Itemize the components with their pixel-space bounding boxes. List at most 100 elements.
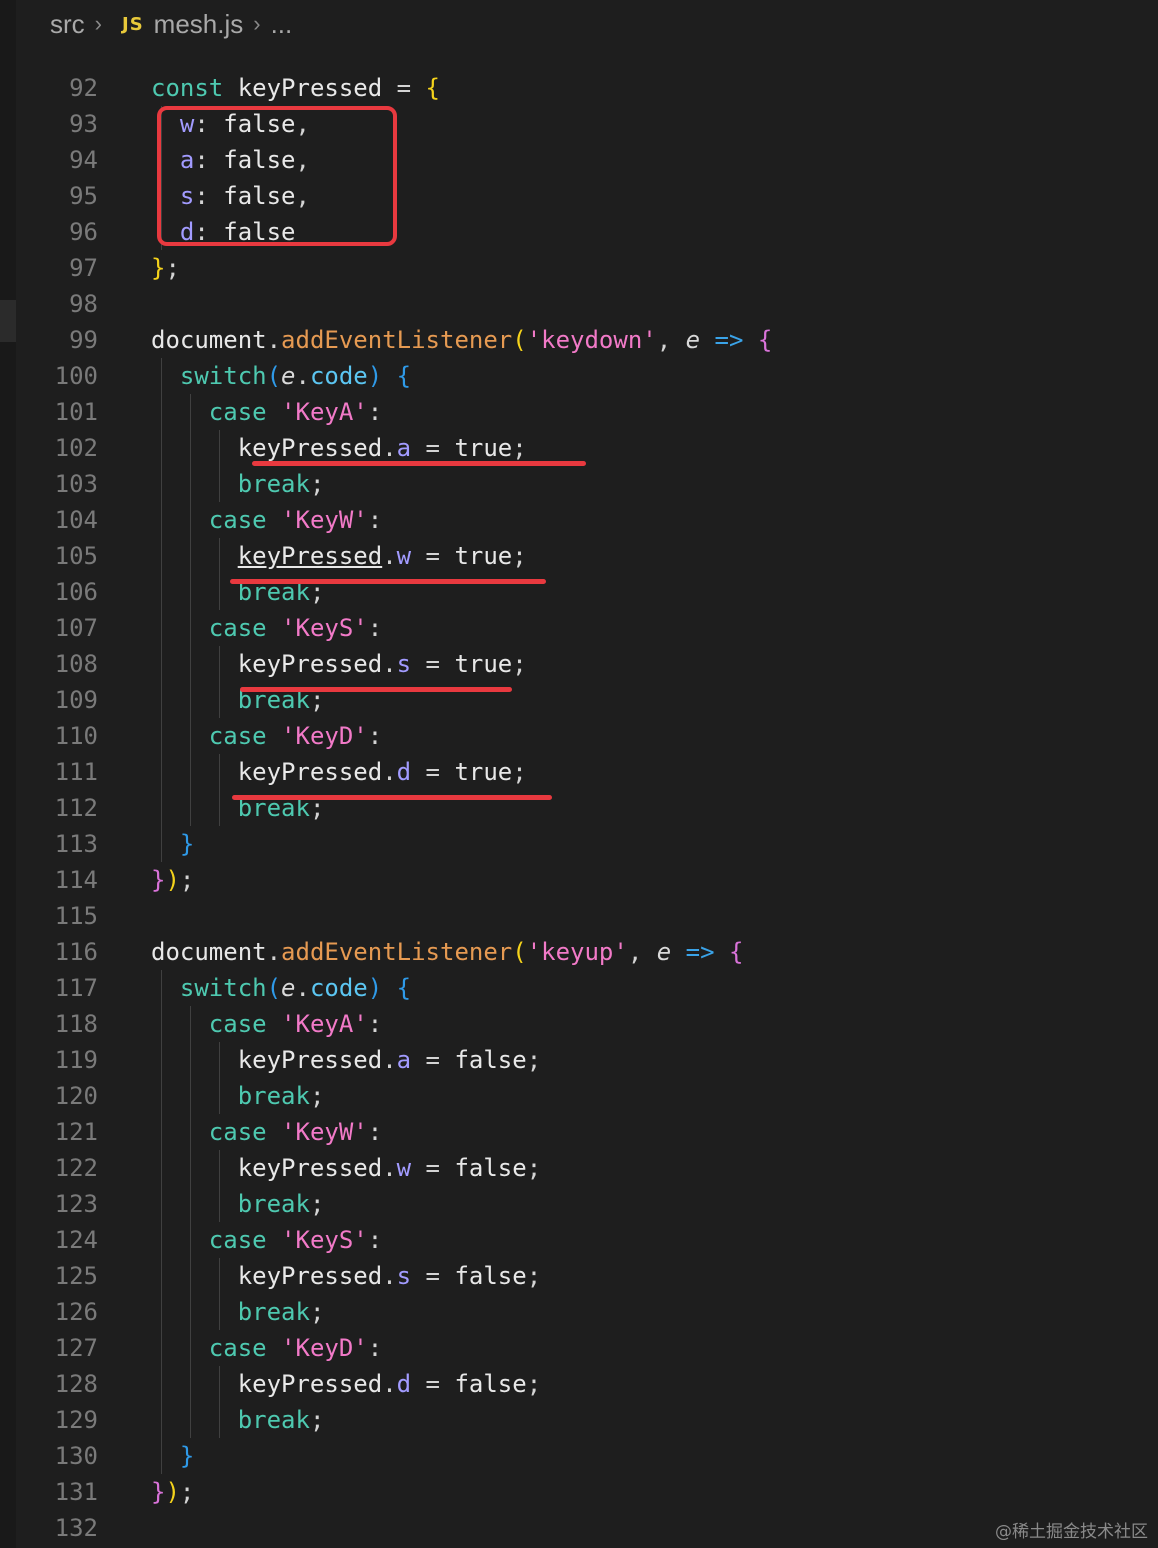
code-line[interactable]: 109 break; [0, 682, 1158, 718]
indent-guide [161, 538, 162, 574]
code-token: , [656, 326, 686, 354]
code-line[interactable]: 118 case 'KeyA': [0, 1006, 1158, 1042]
indent-guide [161, 970, 162, 1006]
line-number: 130 [54, 1442, 98, 1470]
breadcrumb-folder[interactable]: src [50, 9, 85, 40]
line-number: 131 [54, 1478, 98, 1506]
code-token: break [237, 1082, 310, 1110]
line-content: keyPressed.w = true; [238, 538, 527, 574]
code-line[interactable]: 115 [0, 898, 1158, 934]
code-token: : [367, 1118, 383, 1146]
breadcrumb-file[interactable]: mesh.js [154, 9, 244, 40]
code-line[interactable]: 127 case 'KeyD': [0, 1330, 1158, 1366]
code-line[interactable]: 104 case 'KeyW': [0, 502, 1158, 538]
code-line[interactable]: 128 keyPressed.d = false; [0, 1366, 1158, 1402]
code-line[interactable]: 117 switch(e.code) { [0, 970, 1158, 1006]
code-token: ; [309, 1082, 325, 1110]
code-token: ; [526, 1262, 542, 1290]
code-line[interactable]: 121 case 'KeyW': [0, 1114, 1158, 1150]
line-content: break; [238, 1294, 325, 1330]
indent-guide [218, 538, 220, 574]
code-line[interactable]: 105 keyPressed.w = true; [0, 538, 1158, 574]
line-number: 105 [54, 542, 98, 570]
code-line[interactable]: 98 [0, 286, 1158, 322]
code-token: e [281, 974, 296, 1002]
code-token: a [396, 1046, 412, 1074]
code-line[interactable]: 92 const keyPressed = { [0, 70, 1158, 106]
code-token: { [396, 974, 412, 1002]
indent-guide [189, 1114, 191, 1150]
code-line[interactable]: 130} [0, 1438, 1158, 1474]
code-line[interactable]: 97}; [0, 250, 1158, 286]
code-token: s [396, 650, 412, 678]
code-token: : [367, 722, 383, 750]
code-token: 'KeyW' [281, 1118, 368, 1146]
code-line[interactable]: 110 case 'KeyD': [0, 718, 1158, 754]
line-content: const keyPressed = { [151, 70, 440, 106]
indent-guide [218, 1294, 220, 1330]
code-line[interactable]: 107 case 'KeyS': [0, 610, 1158, 646]
code-line[interactable]: 120 break; [0, 1078, 1158, 1114]
indent-guide [189, 1042, 191, 1078]
line-number: 126 [54, 1298, 98, 1326]
code-editor: src › JS mesh.js › ... 91 92 const keyPre… [0, 0, 1158, 1548]
code-token: } [151, 866, 166, 894]
code-line[interactable]: 114}); [0, 862, 1158, 898]
code-token: . [266, 326, 282, 354]
code-line[interactable]: 111 keyPressed.d = true; [0, 754, 1158, 790]
indent-guide [161, 646, 162, 682]
line-content: case 'KeyS': [209, 610, 382, 646]
indent-guide [218, 1366, 220, 1402]
code-token: w [396, 1154, 412, 1182]
indent-guide [161, 466, 162, 502]
line-content: } [180, 1438, 194, 1474]
code-line[interactable]: 123 break; [0, 1186, 1158, 1222]
indent-guide [161, 394, 162, 430]
code-line[interactable]: 125 keyPressed.s = false; [0, 1258, 1158, 1294]
code-line[interactable]: 113} [0, 826, 1158, 862]
code-line[interactable]: 116 document.addEventListener('keyup', e … [0, 934, 1158, 970]
indent-guide [161, 1294, 162, 1330]
line-number: 119 [54, 1046, 98, 1074]
indent-guide [161, 1006, 162, 1042]
line-content: case 'KeyW': [209, 502, 382, 538]
code-line[interactable]: 132 [0, 1510, 1158, 1546]
indent-guide [218, 574, 220, 610]
indent-guide [189, 394, 191, 430]
code-token: : [367, 398, 383, 426]
code-line[interactable]: 100 switch(e.code) { [0, 358, 1158, 394]
indent-guide [189, 574, 191, 610]
code-line[interactable]: 101 case 'KeyA': [0, 394, 1158, 430]
code-line[interactable]: 106 break; [0, 574, 1158, 610]
code-token: 'KeyD' [281, 1334, 368, 1362]
code-token: ; [309, 1190, 325, 1218]
indent-guide [189, 682, 191, 718]
code-token: 'KeyA' [281, 398, 368, 426]
line-content: keyPressed.a = false; [238, 1042, 541, 1078]
line-content: keyPressed.d = false; [238, 1366, 541, 1402]
code-line[interactable]: 124 case 'KeyS': [0, 1222, 1158, 1258]
code-token: 'KeyA' [281, 1010, 368, 1038]
code-line[interactable]: 108 keyPressed.s = true; [0, 646, 1158, 682]
line-number: 102 [54, 434, 98, 462]
code-line[interactable]: 131}); [0, 1474, 1158, 1510]
code-line[interactable]: 122 keyPressed.w = false; [0, 1150, 1158, 1186]
code-line[interactable]: 112 break; [0, 790, 1158, 826]
code-token: . [382, 650, 397, 678]
indent-guide [161, 1078, 162, 1114]
line-content: }); [151, 1474, 194, 1510]
breadcrumb-more[interactable]: ... [271, 9, 293, 40]
line-number: 98 [69, 290, 98, 318]
code-line[interactable]: 103 break; [0, 466, 1158, 502]
line-content: break; [238, 1186, 325, 1222]
code-token: d [396, 758, 412, 786]
code-line[interactable]: 129 break; [0, 1402, 1158, 1438]
line-content: break; [238, 1078, 325, 1114]
indent-guide [161, 430, 162, 466]
code-token: ) [165, 866, 180, 894]
code-line[interactable]: 126 break; [0, 1294, 1158, 1330]
code-token: e [281, 362, 296, 390]
code-line[interactable]: 99 document.addEventListener('keydown', e… [0, 322, 1158, 358]
code-line[interactable]: 119 keyPressed.a = false; [0, 1042, 1158, 1078]
